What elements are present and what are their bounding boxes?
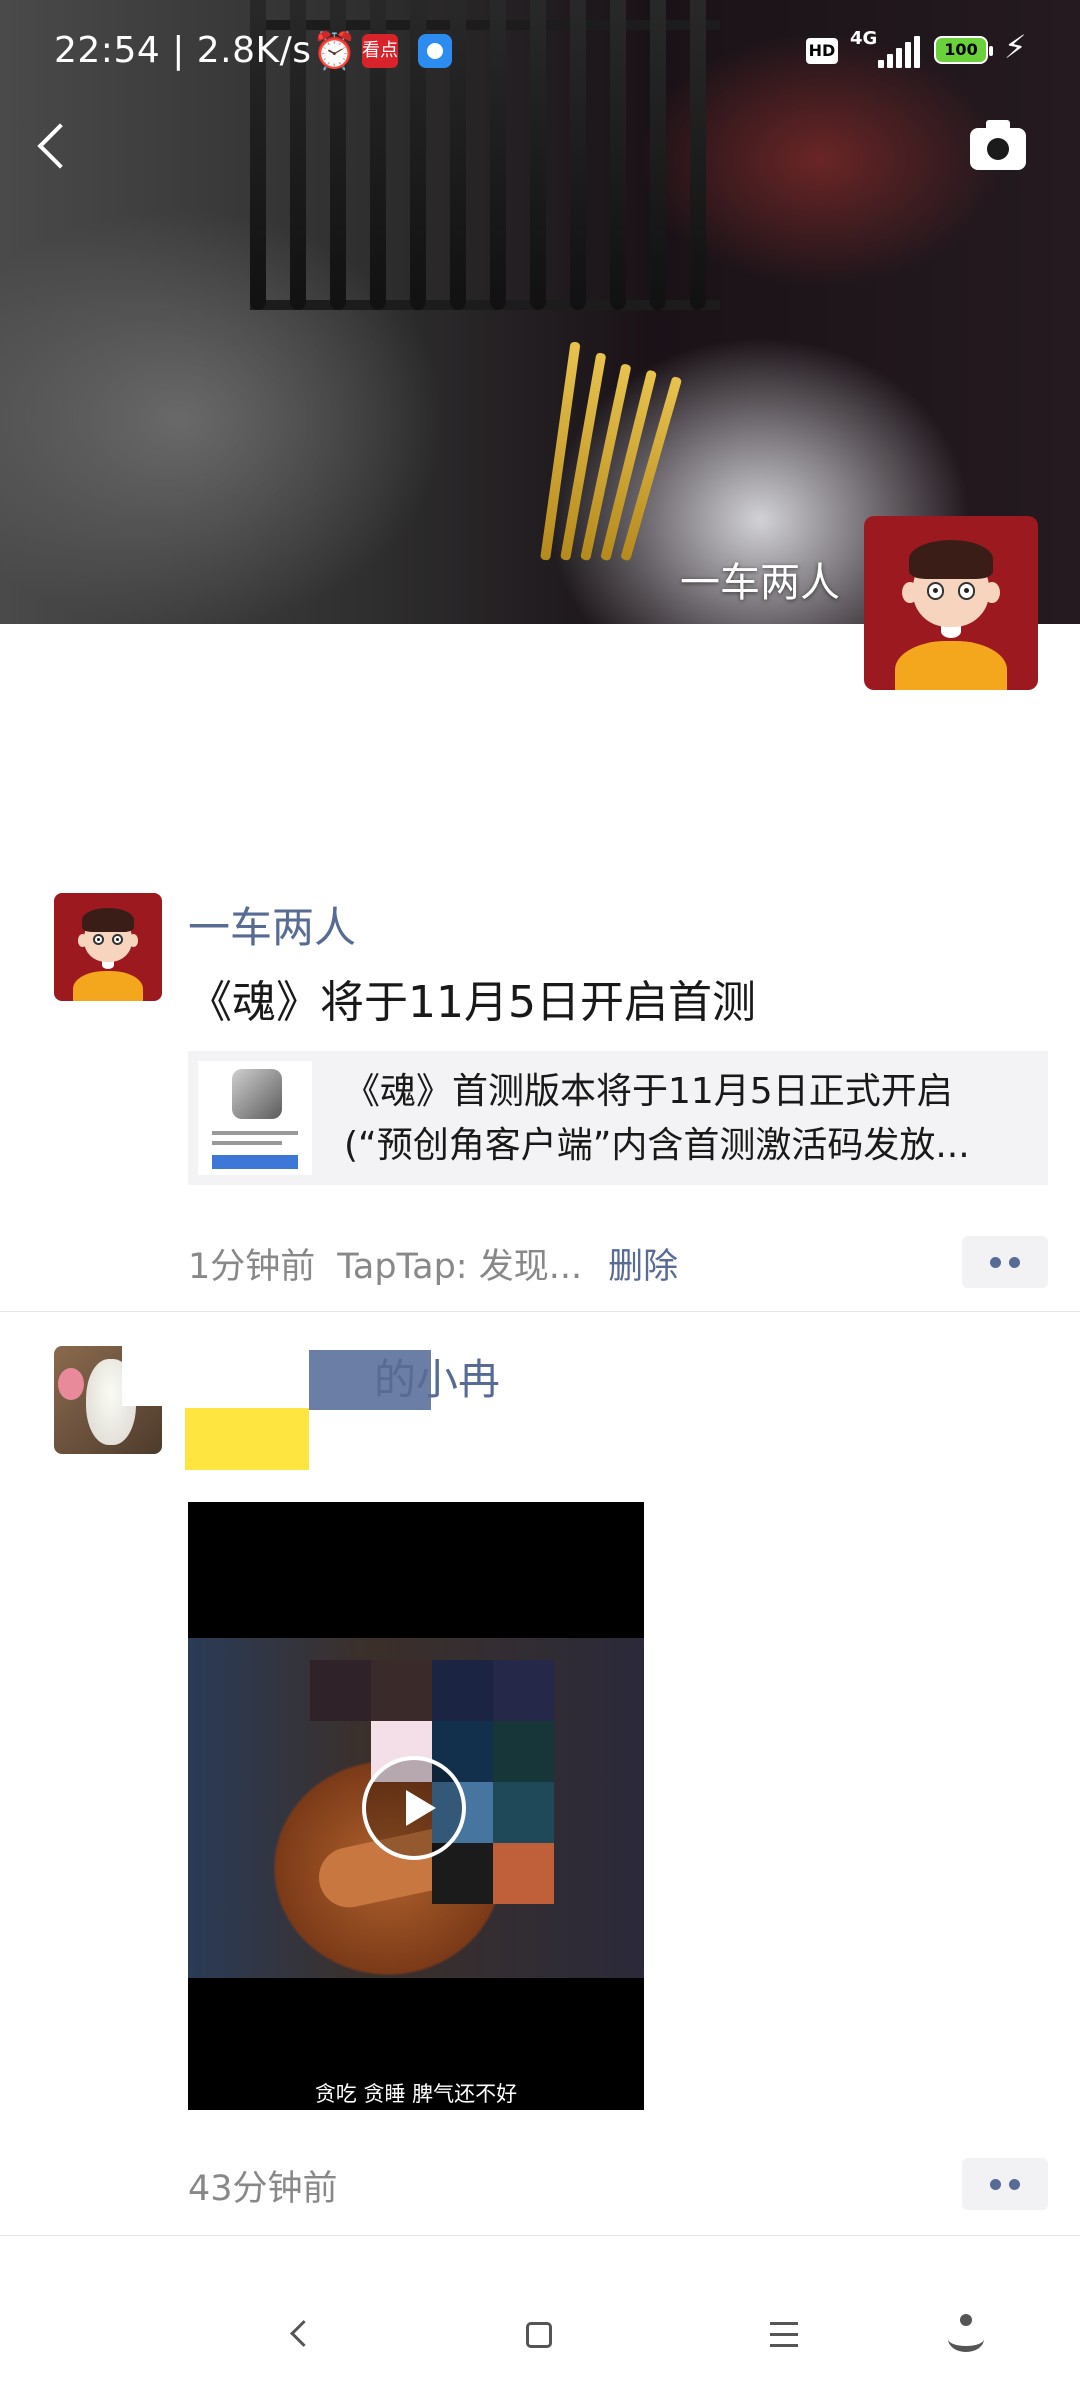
back-button[interactable] [30,110,90,180]
privacy-mosaic [185,1408,309,1470]
camera-button[interactable] [970,118,1036,172]
hd-badge: HD [806,38,838,64]
network-type: 4G [850,28,878,49]
cover-avatar[interactable] [864,516,1038,690]
camera-icon [987,138,1009,160]
nav-assistant-button[interactable] [948,2314,984,2354]
signal-icon [878,36,922,68]
video-subtitle: 贪吃 贪睡 脾气还不好 [314,2082,518,2106]
post-time: 1分钟前 [188,1247,316,1287]
post-nickname[interactable]: 一车两人 [188,894,356,955]
status-bar: 22:54 | 2.8K/s ⏰ 看点 HD 4G 100 ⚡ [0,0,1080,100]
post-divider [0,2235,1080,2236]
comment-like-button[interactable] [962,2158,1048,2210]
delete-button[interactable]: 删除 [608,1247,678,1287]
link-title: 《魂》首测版本将于11月5日正式开启 (“预创角客户端”内含首测激活码发放... [344,1071,970,1166]
battery-icon: 100 [934,36,993,64]
post-meta: 43分钟前 [188,2160,338,2211]
nav-home-button[interactable] [526,2322,552,2348]
privacy-mosaic [185,1346,309,1408]
alarm-icon: ⏰ [312,31,357,72]
play-icon[interactable] [362,1756,466,1860]
nav-menu-button[interactable] [770,2322,798,2348]
post-text: 《魂》将于11月5日开启首测 [188,977,756,1028]
post-divider [0,1311,1080,1312]
charging-icon: ⚡ [1004,28,1027,66]
kid-avatar-art [864,516,1038,690]
post-meta: 1分钟前 TapTap: 发现... 删除 [188,1238,678,1289]
cover-incense-sticks [530,330,690,562]
cover-owner-name: 一车两人 [680,560,840,606]
post-source[interactable]: TapTap: 发现... [337,1247,582,1287]
post-nickname[interactable]: 的小冉 [374,1346,500,1407]
app-notification-icon: 看点 [362,34,398,68]
video-post[interactable]: 贪吃 贪睡 脾气还不好 [188,1502,644,2110]
game-logo-icon [232,1069,282,1119]
comment-like-button[interactable] [962,1236,1048,1288]
post-avatar[interactable] [54,893,162,1001]
post-time: 43分钟前 [188,2169,338,2209]
link-thumbnail [198,1061,312,1175]
shared-link-card[interactable]: 《魂》首测版本将于11月5日正式开启 (“预创角客户端”内含首测激活码发放... [188,1051,1048,1185]
status-time: 22:54 | 2.8K/s [54,30,312,71]
privacy-mosaic [122,1346,188,1406]
browser-notification-icon [418,34,452,68]
nav-back-button[interactable] [286,2316,316,2352]
